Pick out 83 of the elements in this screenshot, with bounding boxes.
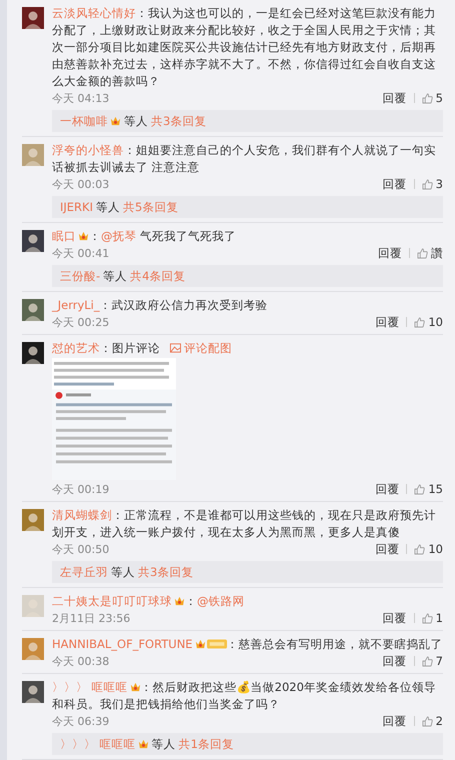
reply-button[interactable]: 回覆: [382, 176, 407, 192]
timestamp: 今天 00:19: [52, 482, 110, 496]
like-icon[interactable]: [422, 656, 433, 666]
comment-text: 浮夸的小怪兽：姐姐要注意自己的个人安危，我们群有个人就说了一句实话被抓去训诫去了 注意注意: [52, 142, 437, 176]
like-icon[interactable]: [417, 248, 428, 258]
reply-label: 等人: [111, 564, 135, 580]
username-link[interactable]: 云淡风轻心情好: [52, 6, 136, 20]
like-icon[interactable]: [422, 612, 433, 624]
username-link[interactable]: _JerryLi_: [52, 298, 100, 312]
comment-text: 眠口 ：@抚琴 气死我了气死我了: [52, 228, 238, 245]
comment-text: 二十姨太是叮叮叮球球 ：@铁路网: [52, 593, 246, 610]
timestamp: 今天 00:03: [52, 176, 110, 192]
like-count: 2: [436, 714, 443, 728]
reply-author-link[interactable]: 左寻丘羽: [60, 564, 108, 580]
like-icon[interactable]: [414, 484, 426, 494]
timestamp: 今天 00:38: [52, 654, 110, 668]
reply-label: 等人: [124, 114, 148, 128]
reply-author-link[interactable]: IJERKI: [60, 200, 93, 214]
reply-button[interactable]: 回覆: [375, 314, 400, 330]
like-count: 3: [436, 177, 443, 191]
comment-text: HANNIBAL_OF_FORTUNE ：慈善总会有写明用途，就不要瞎捣乱了: [52, 636, 443, 653]
like-count: 讚: [431, 246, 443, 260]
like-count: 15: [428, 482, 443, 496]
timestamp: 今天 00:41: [52, 246, 110, 260]
reply-label: 等人: [103, 268, 128, 284]
username-link[interactable]: 浮夸的小怪兽: [52, 143, 124, 157]
replies-bar[interactable]: 三份酸- 等人 共4条回复: [52, 265, 443, 287]
mention-link[interactable]: @铁路网: [197, 594, 244, 608]
username-link[interactable]: 怼的艺术: [52, 341, 100, 355]
comment-text: 〉〉〉 哐哐哐 ：然后财政把这些💰当做2020年奖金绩效发给各位领导和科员。我们是把钱捐给他们当奖金了吗？: [52, 679, 437, 713]
timestamp: 今天 00:50: [52, 542, 110, 556]
like-icon[interactable]: [422, 716, 433, 726]
timestamp: 2月11日 23:56: [52, 610, 130, 626]
avatar[interactable]: [22, 230, 44, 252]
reply-button[interactable]: 回覆: [382, 654, 407, 668]
like-count: 7: [436, 654, 443, 668]
like-icon[interactable]: [422, 92, 433, 104]
comment-text: _JerryLi_：武汉政府公信力再次受到考验: [52, 297, 269, 314]
reply-count-link[interactable]: 共3条回复: [151, 114, 206, 128]
like-count: 10: [428, 542, 443, 556]
like-icon[interactable]: [414, 316, 426, 328]
username-link[interactable]: 〉〉〉 哐哐哐: [52, 680, 128, 694]
like-count: 10: [428, 315, 443, 329]
username-link[interactable]: 清风蝴蝶剑: [52, 508, 112, 522]
reply-label: 等人: [152, 736, 176, 752]
reply-count-link[interactable]: 共4条回复: [130, 268, 186, 284]
timestamp: 今天 04:13: [52, 90, 110, 106]
like-count: 1: [436, 611, 443, 625]
timestamp: 今天 00:25: [52, 314, 110, 330]
like-icon[interactable]: [422, 178, 433, 190]
reply-count-link[interactable]: 共1条回复: [178, 736, 234, 752]
username-link[interactable]: 二十姨太是叮叮叮球球: [52, 594, 172, 608]
avatar[interactable]: [22, 299, 44, 321]
username-link[interactable]: 眠口: [52, 229, 76, 243]
comment-text: 清风蝴蝶剑：正常流程，不是谁都可以用这些钱的，现在只是政府预先计划开支，进入统一账户拨付，现在太多人为黑而黑，更多人是真傻: [52, 507, 437, 541]
reply-author-link[interactable]: 一杯咖啡: [60, 114, 108, 128]
like-icon[interactable]: [414, 544, 426, 554]
username-link[interactable]: HANNIBAL_OF_FORTUNE: [52, 637, 193, 651]
timestamp: 今天 06:39: [52, 714, 110, 728]
replies-bar[interactable]: IJERKI 等人 共5条回复: [52, 196, 443, 218]
avatar[interactable]: [22, 342, 44, 364]
reply-label: 等人: [96, 200, 120, 214]
comment-text: 怼的艺术：图片评论 评论配图: [52, 340, 233, 357]
replies-bar[interactable]: 〉〉〉 哐哐哐 等人 共1条回复: [52, 733, 443, 755]
reply-author-link[interactable]: 三份酸-: [60, 268, 100, 284]
like-count: 5: [436, 91, 443, 105]
reply-button[interactable]: 回覆: [382, 714, 407, 728]
avatar[interactable]: [22, 681, 44, 703]
image-link[interactable]: 评论配图: [184, 341, 232, 355]
replies-bar[interactable]: 左寻丘羽 等人 共3条回复: [52, 561, 443, 583]
reply-button[interactable]: 回覆: [382, 90, 407, 106]
mention-link[interactable]: @抚琴: [101, 229, 136, 243]
avatar[interactable]: [22, 7, 44, 29]
reply-button[interactable]: 回覆: [375, 482, 400, 496]
reply-author-link[interactable]: 〉〉〉 哐哐哐: [60, 736, 136, 752]
image-icon[interactable]: [170, 343, 181, 353]
replies-bar[interactable]: 一杯咖啡 等人 共3条回复: [52, 110, 443, 132]
reply-count-link[interactable]: 共5条回复: [122, 200, 178, 214]
comment-text: 云淡风轻心情好：我认为这也可以的，一是红会已经对这笔巨款没有能力分配了，上缴财政让财政来分配比较好，收之于全国人民用之于灾情；其次一部分项目比如建医院买公共设施估计已经先有地方财政支付，后期再由慈善款补充过去，这样赤字就不大了。不然，你信得过红会自收自支这么大金额的善款吗？: [52, 5, 437, 90]
reply-count-link[interactable]: 共3条回复: [138, 564, 194, 580]
reply-button[interactable]: 回覆: [382, 610, 407, 626]
reply-button[interactable]: 回覆: [378, 246, 402, 260]
reply-button[interactable]: 回覆: [375, 542, 400, 556]
